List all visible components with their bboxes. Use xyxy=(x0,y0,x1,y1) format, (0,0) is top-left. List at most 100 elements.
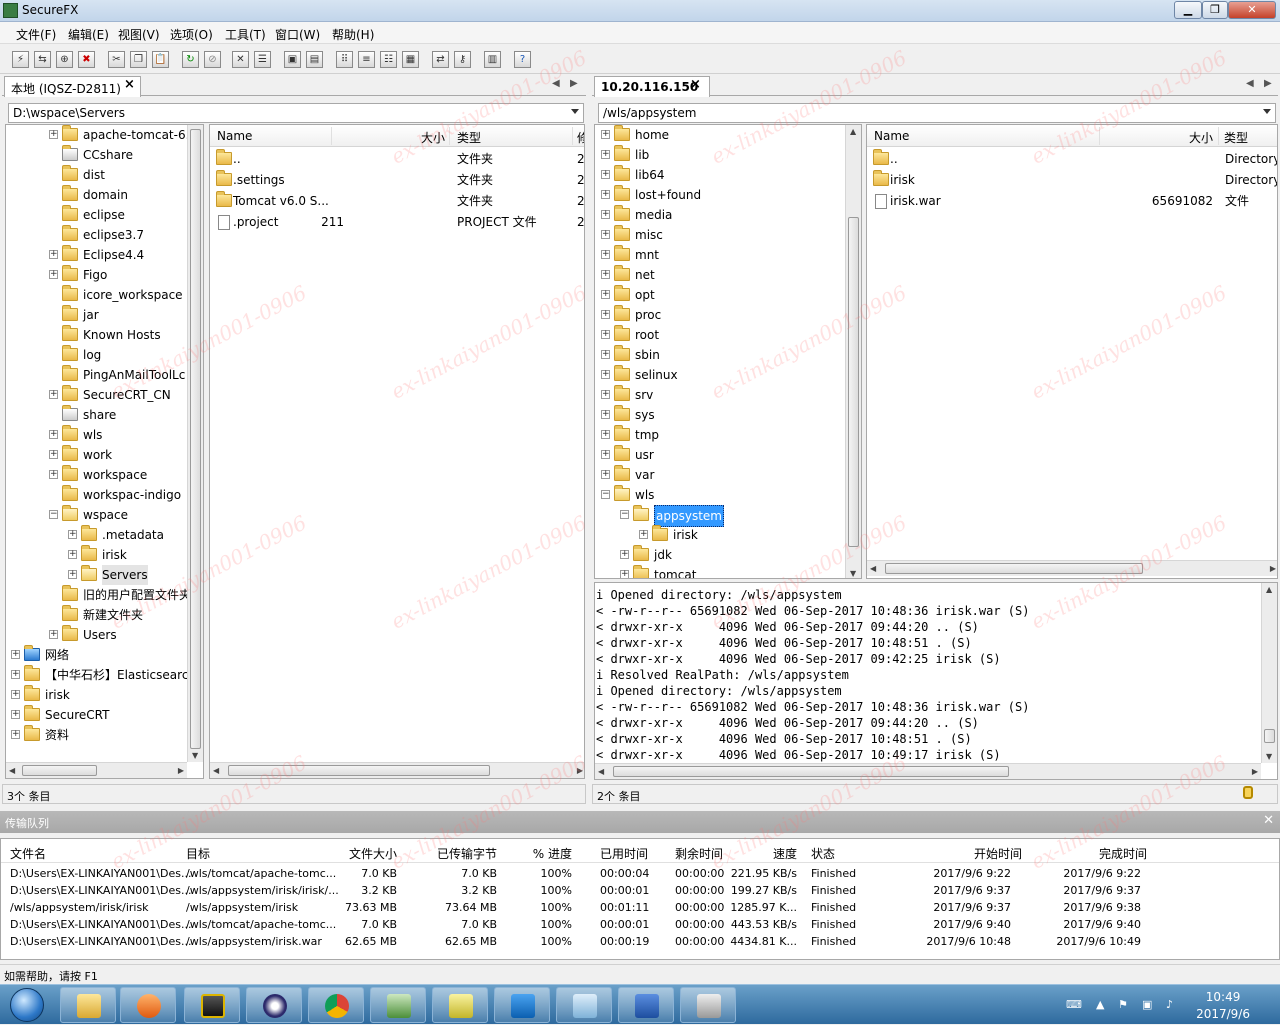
menu-view[interactable]: 视图(V) xyxy=(118,26,160,43)
taskbar-securefx[interactable] xyxy=(370,987,426,1023)
expand-icon[interactable]: + xyxy=(601,190,610,199)
tree-item[interactable]: icore_workspace xyxy=(6,285,203,305)
tree-item[interactable]: + misc xyxy=(595,225,861,245)
left-file-list[interactable]: Name 大小 类型 修 ..文件夹2.settings文件夹2Tomcat v… xyxy=(209,124,585,779)
grid-view-icon[interactable]: ▦ xyxy=(402,51,419,68)
expand-icon[interactable]: + xyxy=(601,330,610,339)
expand-icon[interactable]: + xyxy=(11,730,20,739)
col-modified[interactable]: 修 xyxy=(577,129,584,146)
tree-item[interactable]: + opt xyxy=(595,285,861,305)
list-item[interactable]: .project 211 PROJECT 文件 2 xyxy=(210,212,584,233)
tree-item[interactable]: domain xyxy=(6,185,203,205)
tree-item[interactable]: + Servers xyxy=(6,565,203,585)
chevron-down-icon[interactable] xyxy=(571,109,579,114)
scroll-thumb[interactable] xyxy=(190,129,201,749)
list-item[interactable]: .. Directory xyxy=(867,149,1277,170)
expand-icon[interactable]: + xyxy=(11,670,20,679)
scroll-left-icon[interactable]: ◀ xyxy=(598,767,604,776)
tree-item[interactable]: + Users xyxy=(6,625,203,645)
expand-icon[interactable]: + xyxy=(11,650,20,659)
queue-row[interactable]: /wls/appsystem/irisk/irisk/wls/appsystem… xyxy=(1,899,1279,916)
menu-edit[interactable]: 编辑(E) xyxy=(68,26,109,43)
expand-icon[interactable]: + xyxy=(601,450,610,459)
taskbar-securecrt[interactable] xyxy=(184,987,240,1023)
tree-item[interactable]: − wspace xyxy=(6,505,203,525)
connect-icon[interactable]: ⚡ xyxy=(12,51,29,68)
tree-item[interactable]: + workspace xyxy=(6,465,203,485)
right-file-list[interactable]: Name 大小 类型 .. Directory irisk Directory iris… xyxy=(866,124,1278,579)
list-item[interactable]: .settings 文件夹 2 xyxy=(210,170,584,191)
col-name[interactable]: Name xyxy=(217,129,252,143)
tree-item[interactable]: + apache-tomcat-6. xyxy=(6,125,203,145)
taskbar-explorer[interactable] xyxy=(60,987,116,1023)
transfer-queue-icon[interactable]: ▥ xyxy=(484,51,501,68)
right-folder-tree[interactable]: + home + lib + lib64 + lost+found + media + misc + mn… xyxy=(594,124,862,579)
properties-icon[interactable]: ☰ xyxy=(254,51,271,68)
taskbar-notepad[interactable] xyxy=(432,987,488,1023)
tree-item[interactable]: Known Hosts xyxy=(6,325,203,345)
refresh-icon[interactable]: ↻ xyxy=(182,51,199,68)
expand-icon[interactable]: + xyxy=(49,270,58,279)
maximize-button[interactable]: ❐ xyxy=(1202,1,1228,19)
tab-prev-icon[interactable]: ◀ xyxy=(1246,78,1254,89)
transfer-queue-table[interactable]: 文件名 目标 文件大小 已传输字节 % 进度 已用时间 剩余时间 速度 状态 开始时间 完成时间 D… xyxy=(0,838,1280,960)
scroll-right-icon[interactable]: ▶ xyxy=(178,766,184,775)
queue-col-header[interactable]: 速度 xyxy=(773,845,797,862)
taskbar-outlook[interactable] xyxy=(494,987,550,1023)
queue-row[interactable]: D:\Users\EX-LINKAIYAN001\Des.../wls/apps… xyxy=(1,933,1279,950)
keyboard-icon[interactable]: ⌨ xyxy=(1066,998,1082,1011)
horizontal-scrollbar[interactable]: ◀ ▶ xyxy=(867,560,1277,576)
tree-item[interactable]: jar xyxy=(6,305,203,325)
expand-icon[interactable]: + xyxy=(49,250,58,259)
close-button[interactable]: ✕ xyxy=(1228,1,1276,19)
expand-icon[interactable]: + xyxy=(49,130,58,139)
menu-tools[interactable]: 工具(T) xyxy=(225,26,266,43)
tree-item[interactable]: + tomcat xyxy=(595,565,861,578)
queue-col-header[interactable]: 状态 xyxy=(811,845,835,862)
expand-icon[interactable]: + xyxy=(49,630,58,639)
vertical-scrollbar[interactable]: ▲▼ xyxy=(187,125,203,762)
scroll-thumb[interactable] xyxy=(1264,729,1275,743)
copy-icon[interactable]: ❐ xyxy=(130,51,147,68)
scroll-right-icon[interactable]: ▶ xyxy=(577,766,583,775)
tree-item[interactable]: − wls xyxy=(595,485,861,505)
tree-item[interactable]: dist xyxy=(6,165,203,185)
horizontal-scrollbar[interactable]: ◀ ▶ xyxy=(210,762,584,778)
collapse-icon[interactable]: − xyxy=(620,510,629,519)
expand-icon[interactable]: + xyxy=(49,470,58,479)
scroll-up-icon[interactable]: ▲ xyxy=(850,127,856,136)
taskbar-chrome[interactable] xyxy=(308,987,364,1023)
scroll-down-icon[interactable]: ▼ xyxy=(850,569,856,578)
delete-icon[interactable]: ✕ xyxy=(232,51,249,68)
menu-options[interactable]: 选项(O) xyxy=(170,26,213,43)
tree-item[interactable]: + jdk xyxy=(595,545,861,565)
tree-item[interactable]: + work xyxy=(6,445,203,465)
expand-icon[interactable]: + xyxy=(639,530,648,539)
tree-item[interactable]: + home xyxy=(595,125,861,145)
tree-item[interactable]: eclipse xyxy=(6,205,203,225)
queue-row[interactable]: D:\Users\EX-LINKAIYAN001\Des.../wls/tomc… xyxy=(1,865,1279,882)
scroll-thumb[interactable] xyxy=(613,766,1009,777)
queue-row[interactable]: D:\Users\EX-LINKAIYAN001\Des.../wls/tomc… xyxy=(1,916,1279,933)
queue-row[interactable]: D:\Users\EX-LINKAIYAN001\Des.../wls/apps… xyxy=(1,882,1279,899)
tree-item[interactable]: + 【中华石杉】Elasticsearch xyxy=(6,665,203,685)
connect-tab-icon[interactable]: ⊕ xyxy=(56,51,73,68)
scroll-down-icon[interactable]: ▼ xyxy=(1266,752,1272,761)
tree-item[interactable]: + sys xyxy=(595,405,861,425)
queue-col-header[interactable]: 目标 xyxy=(186,845,210,862)
tree-item[interactable]: + 网络 xyxy=(6,645,203,665)
expand-icon[interactable]: + xyxy=(11,710,20,719)
tree-item[interactable]: + SecureCRT xyxy=(6,705,203,725)
action-center-icon[interactable]: ⚑ xyxy=(1118,998,1128,1011)
new-folder-icon[interactable]: ▤ xyxy=(306,51,323,68)
details-view-icon[interactable]: ☷ xyxy=(380,51,397,68)
scroll-left-icon[interactable]: ◀ xyxy=(870,564,876,573)
scroll-down-icon[interactable]: ▼ xyxy=(192,751,198,760)
close-tab-icon[interactable]: × xyxy=(124,77,135,92)
queue-col-header[interactable]: 文件大小 xyxy=(349,845,397,862)
stop-icon[interactable]: ⊘ xyxy=(204,51,221,68)
scroll-right-icon[interactable]: ▶ xyxy=(1252,767,1258,776)
tab-prev-icon[interactable]: ◀ xyxy=(552,78,560,89)
tree-item[interactable]: + .metadata xyxy=(6,525,203,545)
tree-item[interactable]: + tmp xyxy=(595,425,861,445)
